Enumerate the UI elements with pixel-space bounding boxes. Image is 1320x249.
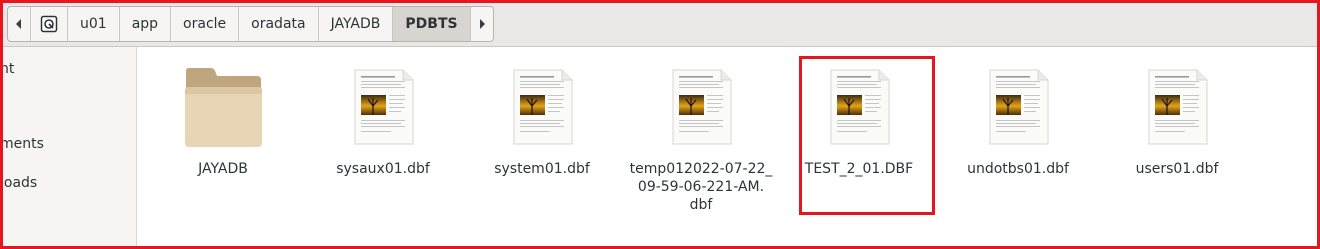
file-name: sysaux01.dbf [336,161,430,177]
chevron-left-icon [16,19,21,29]
document-thumbnail-icon [986,65,1050,149]
file-grid: JAYADB sysaux01.dbf system01.dbf temp012… [137,47,1317,247]
places-sidebar: nt ments loads [0,47,137,249]
file-undotbs01[interactable]: undotbs01.dbf [938,65,1098,178]
file-name: users01.dbf [1135,161,1219,177]
document-thumbnail-icon [351,65,415,149]
file-name: TEST_2_01.DBF [804,161,914,177]
disk-icon [40,15,58,33]
sidebar-item-documents[interactable]: ments [0,136,44,152]
file-name: JAYADB [198,161,248,177]
file-system01[interactable]: system01.dbf [462,65,622,178]
file-sysaux01[interactable]: sysaux01.dbf [303,65,463,178]
breadcrumb-app[interactable]: app [120,7,172,41]
file-users01[interactable]: users01.dbf [1097,65,1257,178]
file-name-line-1: temp012022-07-22_ [629,161,773,177]
document-thumbnail-icon [827,65,891,149]
folder-jayadb[interactable]: JAYADB [143,65,303,178]
breadcrumb-jayadb[interactable]: JAYADB [319,7,394,41]
document-thumbnail-icon [510,65,574,149]
breadcrumb: u01 app oracle oradata JAYADB PDBTS [7,6,494,42]
breadcrumb-back-button[interactable] [8,7,31,41]
file-name-line-2: 09-59-06-221-AM. [637,179,765,195]
document-thumbnail-icon [669,65,733,149]
breadcrumb-pdbts[interactable]: PDBTS [393,7,471,41]
file-temp01[interactable]: temp012022-07-22_ 09-59-06-221-AM. dbf [621,65,781,214]
breadcrumb-oracle[interactable]: oracle [171,7,240,41]
file-name: undotbs01.dbf [967,161,1069,177]
file-name-line-3: dbf [689,197,713,213]
file-name: temp012022-07-22_ 09-59-06-221-AM. dbf [621,160,781,214]
folder-icon [185,68,262,147]
file-test-2-01[interactable]: TEST_2_01.DBF [779,65,939,178]
location-header: u01 app oracle oradata JAYADB PDBTS [0,0,1320,47]
sidebar-item-downloads[interactable]: loads [0,175,37,191]
breadcrumb-forward-button[interactable] [471,7,493,41]
breadcrumb-oradata[interactable]: oradata [239,7,319,41]
breadcrumb-u01[interactable]: u01 [68,7,120,41]
file-name: system01.dbf [494,161,590,177]
document-thumbnail-icon [1145,65,1209,149]
sidebar-item-recent[interactable]: nt [0,61,14,77]
chevron-right-icon [479,19,485,29]
breadcrumb-root-button[interactable] [31,7,68,41]
